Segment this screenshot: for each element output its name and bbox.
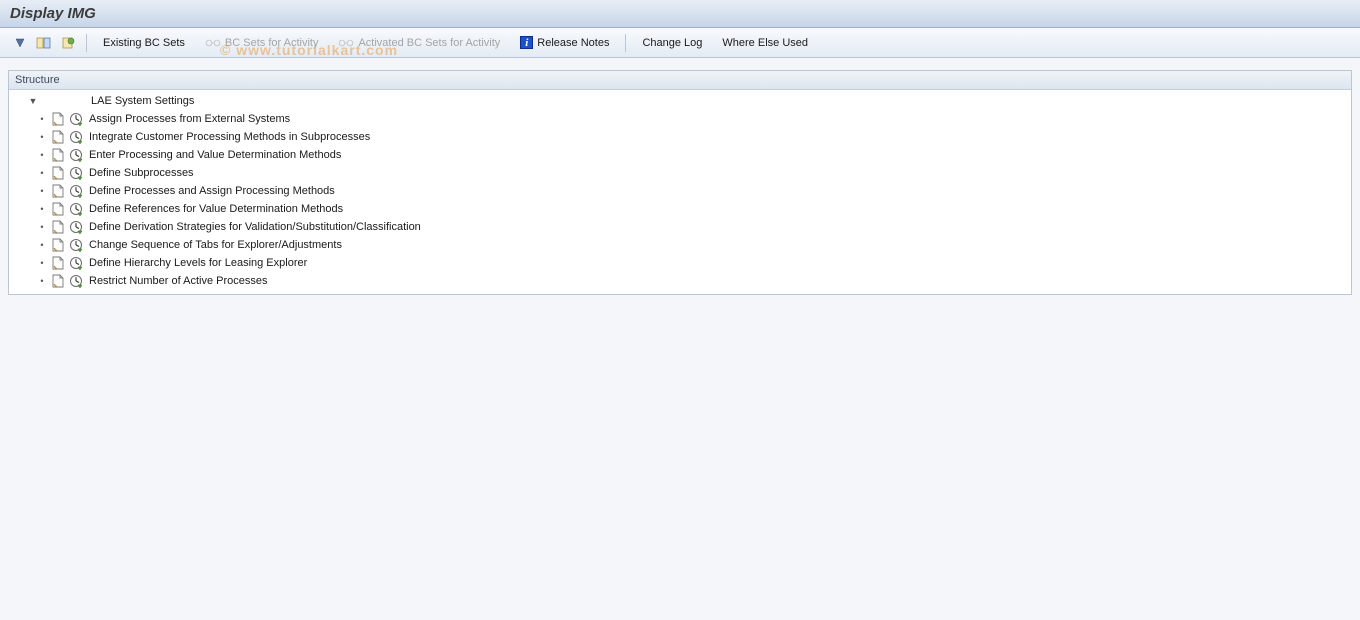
- leaf-bullet-icon: •: [39, 218, 45, 236]
- tree-item-label: Enter Processing and Value Determination…: [89, 146, 341, 164]
- tree-item-row[interactable]: • Define Derivation Strategies for Valid…: [9, 218, 1351, 236]
- tree-item-row[interactable]: • Define Processes and Assign Processing…: [9, 182, 1351, 200]
- img-activity-doc-icon[interactable]: [51, 184, 65, 198]
- leaf-bullet-icon: •: [39, 236, 45, 254]
- execute-activity-icon[interactable]: [69, 202, 83, 216]
- tree-item-row[interactable]: • Assign Processes from External Systems: [9, 110, 1351, 128]
- execute-activity-icon[interactable]: [69, 238, 83, 252]
- leaf-bullet-icon: •: [39, 128, 45, 146]
- leaf-bullet-icon: •: [39, 110, 45, 128]
- expand-subtree-icon[interactable]: [11, 34, 29, 52]
- where-else-used-button[interactable]: Where Else Used: [714, 34, 816, 52]
- execute-activity-icon[interactable]: [69, 256, 83, 270]
- tree-root-label: LAE System Settings: [91, 92, 194, 110]
- img-activity-doc-icon[interactable]: [51, 202, 65, 216]
- tree-item-label: Define Subprocesses: [89, 164, 194, 182]
- release-notes-button[interactable]: i Release Notes: [512, 33, 617, 52]
- img-activity-doc-icon[interactable]: [51, 130, 65, 144]
- tree-item-row[interactable]: • Change Sequence of Tabs for Explorer/A…: [9, 236, 1351, 254]
- structure-column-header[interactable]: Structure: [9, 71, 1351, 90]
- img-activity-doc-icon[interactable]: [51, 274, 65, 288]
- tree-item-label: Restrict Number of Active Processes: [89, 272, 268, 290]
- bc-sets-for-activity-button: BC Sets for Activity: [197, 34, 327, 52]
- activated-bc-sets-for-activity-button: Activated BC Sets for Activity: [330, 34, 508, 52]
- img-tree: ▼ LAE System Settings • Assign Processes…: [9, 90, 1351, 294]
- execute-activity-icon[interactable]: [69, 130, 83, 144]
- leaf-bullet-icon: •: [39, 164, 45, 182]
- activated-bc-sets-for-activity-label: Activated BC Sets for Activity: [358, 37, 500, 49]
- tree-item-row[interactable]: • Restrict Number of Active Processes: [9, 272, 1351, 290]
- img-activity-doc-icon[interactable]: [51, 256, 65, 270]
- img-activity-doc-icon[interactable]: [51, 238, 65, 252]
- execute-activity-icon[interactable]: [69, 220, 83, 234]
- tree-item-label: Define Processes and Assign Processing M…: [89, 182, 335, 200]
- execute-activity-icon[interactable]: [69, 184, 83, 198]
- tree-item-label: Define Hierarchy Levels for Leasing Expl…: [89, 254, 307, 272]
- tree-item-row[interactable]: • Enter Processing and Value Determinati…: [9, 146, 1351, 164]
- execute-activity-icon[interactable]: [69, 148, 83, 162]
- glasses-icon: [338, 38, 354, 48]
- leaf-bullet-icon: •: [39, 272, 45, 290]
- window-title-bar: Display IMG: [0, 0, 1360, 28]
- tree-item-label: Change Sequence of Tabs for Explorer/Adj…: [89, 236, 342, 254]
- tree-item-row[interactable]: • Define Subprocesses: [9, 164, 1351, 182]
- tree-item-label: Integrate Customer Processing Methods in…: [89, 128, 370, 146]
- leaf-bullet-icon: •: [39, 254, 45, 272]
- tree-item-row[interactable]: • Define References for Value Determinat…: [9, 200, 1351, 218]
- content-area: Structure ▼ LAE System Settings • Assign…: [0, 58, 1360, 620]
- toolbar-separator: [86, 34, 87, 52]
- leaf-bullet-icon: •: [39, 146, 45, 164]
- tree-item-label: Assign Processes from External Systems: [89, 110, 290, 128]
- leaf-bullet-icon: •: [39, 182, 45, 200]
- info-icon: i: [520, 36, 533, 49]
- glasses-icon: [205, 38, 221, 48]
- existing-bc-sets-button[interactable]: Existing BC Sets: [95, 34, 193, 52]
- execute-activity-icon[interactable]: [69, 112, 83, 126]
- tree-root-row[interactable]: ▼ LAE System Settings: [9, 92, 1351, 110]
- tree-item-label: Define Derivation Strategies for Validat…: [89, 218, 421, 236]
- tree-item-row[interactable]: • Define Hierarchy Levels for Leasing Ex…: [9, 254, 1351, 272]
- leaf-bullet-icon: •: [39, 200, 45, 218]
- img-activity-doc-icon[interactable]: [51, 112, 65, 126]
- img-activity-doc-icon[interactable]: [51, 166, 65, 180]
- application-toolbar: Existing BC Sets BC Sets for Activity Ac…: [0, 28, 1360, 58]
- collapse-toggle-icon[interactable]: ▼: [27, 95, 39, 107]
- img-activity-doc-icon[interactable]: [51, 148, 65, 162]
- change-log-button[interactable]: Change Log: [634, 34, 710, 52]
- toolbar-separator: [625, 34, 626, 52]
- window-title: Display IMG: [10, 5, 96, 22]
- execute-activity-icon[interactable]: [69, 274, 83, 288]
- release-notes-label: Release Notes: [537, 37, 609, 49]
- tree-item-label: Define References for Value Determinatio…: [89, 200, 343, 218]
- structure-panel: Structure ▼ LAE System Settings • Assign…: [8, 70, 1352, 295]
- tree-item-row[interactable]: • Integrate Customer Processing Methods …: [9, 128, 1351, 146]
- bc-sets-for-activity-label: BC Sets for Activity: [225, 37, 319, 49]
- additional-info-icon[interactable]: [59, 34, 77, 52]
- execute-activity-icon[interactable]: [69, 166, 83, 180]
- select-view-icon[interactable]: [35, 34, 53, 52]
- img-activity-doc-icon[interactable]: [51, 220, 65, 234]
